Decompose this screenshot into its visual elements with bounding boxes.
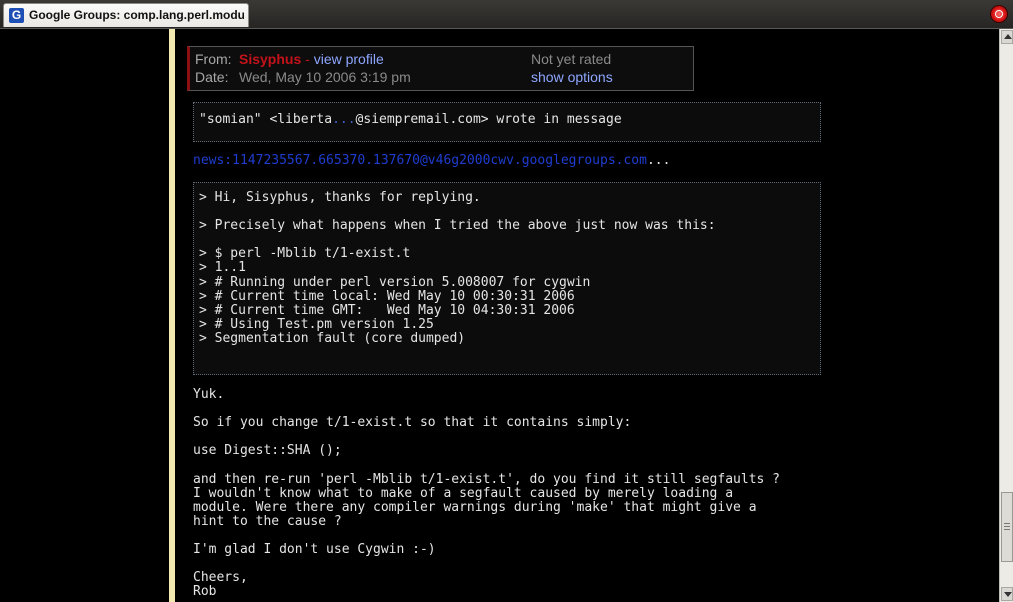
quoted-line: > # Using Test.pm version 1.25 xyxy=(199,316,434,332)
date-label: Date: xyxy=(195,69,229,85)
body-line xyxy=(193,430,780,444)
tab-bar: G Google Groups: comp.lang.perl.modu... xyxy=(0,0,1013,29)
scroll-down-arrow-icon[interactable] xyxy=(1001,587,1013,601)
from-line: Sisyphus - view profile xyxy=(239,51,384,67)
quoted-line: > Precisely what happens when I tried th… xyxy=(199,218,716,234)
body-line: and then re-run 'perl -Mblib t/1-exist.t… xyxy=(193,471,780,487)
body-line xyxy=(193,402,780,416)
close-tabs-icon[interactable] xyxy=(991,6,1007,22)
reply-body: Yuk. So if you change t/1-exist.t so tha… xyxy=(193,387,780,600)
scroll-up-arrow-icon[interactable] xyxy=(1001,30,1013,44)
active-tab[interactable]: G Google Groups: comp.lang.perl.modu... xyxy=(3,3,249,27)
scrollbar-thumb[interactable] xyxy=(1001,492,1013,562)
tab-title: Google Groups: comp.lang.perl.modu... xyxy=(29,8,244,22)
body-line: So if you change t/1-exist.t so that it … xyxy=(193,415,632,431)
left-gutter xyxy=(0,29,169,602)
body-line: Rob xyxy=(193,584,217,600)
body-line: I'm glad I don't use Cygwin :-) xyxy=(193,542,436,558)
body-line xyxy=(193,557,780,571)
body-line: hint to the cause ? xyxy=(193,513,342,529)
from-label: From: xyxy=(195,51,232,67)
quoted-line: > 1..1 xyxy=(199,260,246,276)
body-line: Yuk. xyxy=(193,387,225,402)
quoted-line: > $ perl -Mblib t/1-exist.t xyxy=(199,246,411,262)
from-separator: - xyxy=(301,51,314,67)
body-line: Cheers, xyxy=(193,570,248,586)
rating-status: Not yet rated xyxy=(531,51,612,67)
quoted-line xyxy=(199,233,716,247)
attribution-suffix: @siempremail.com> wrote in message xyxy=(355,112,622,127)
quoted-text-box: > Hi, Sisyphus, thanks for replying. > P… xyxy=(193,182,821,375)
attribution-box: "somian" <liberta...@siempremail.com> wr… xyxy=(193,102,821,142)
body-line xyxy=(193,529,780,543)
message-header: From: Sisyphus - view profile Date: Wed,… xyxy=(187,46,694,91)
hidden-email-link[interactable]: ... xyxy=(332,112,355,127)
quoted-line: > Segmentation fault (core dumped) xyxy=(199,330,466,346)
google-g-icon: G xyxy=(9,8,24,23)
sender-name[interactable]: Sisyphus xyxy=(239,51,301,67)
news-link[interactable]: news:1147235567.665370.137670@v46g2000cw… xyxy=(193,153,647,168)
quoted-line: > # Running under perl version 5.008007 … xyxy=(199,274,591,290)
body-line: module. Were there any compiler warnings… xyxy=(193,499,757,515)
view-profile-link[interactable]: view profile xyxy=(314,51,384,67)
attribution-line: "somian" <liberta...@siempremail.com> wr… xyxy=(199,112,622,127)
quoted-line: > # Current time GMT: Wed May 10 04:30:3… xyxy=(199,302,575,318)
quoted-text: > Hi, Sisyphus, thanks for replying. > P… xyxy=(199,190,716,346)
show-options-link[interactable]: show options xyxy=(531,69,613,85)
body-line: use Digest::SHA (); xyxy=(193,443,342,459)
quoted-line: > Hi, Sisyphus, thanks for replying. xyxy=(199,190,481,205)
body-line: I wouldn't know what to make of a segfau… xyxy=(193,485,734,501)
vertical-scrollbar[interactable] xyxy=(999,29,1013,602)
quoted-line: > # Current time local: Wed May 10 00:30… xyxy=(199,288,575,304)
message-content: From: Sisyphus - view profile Date: Wed,… xyxy=(175,29,999,602)
news-reference: news:1147235567.665370.137670@v46g2000cw… xyxy=(193,153,671,168)
attribution-prefix: "somian" <liberta xyxy=(199,112,333,127)
quoted-line xyxy=(199,205,716,219)
news-trail: ... xyxy=(646,153,671,168)
body-line xyxy=(193,458,780,472)
date-value: Wed, May 10 2006 3:19 pm xyxy=(239,69,411,85)
